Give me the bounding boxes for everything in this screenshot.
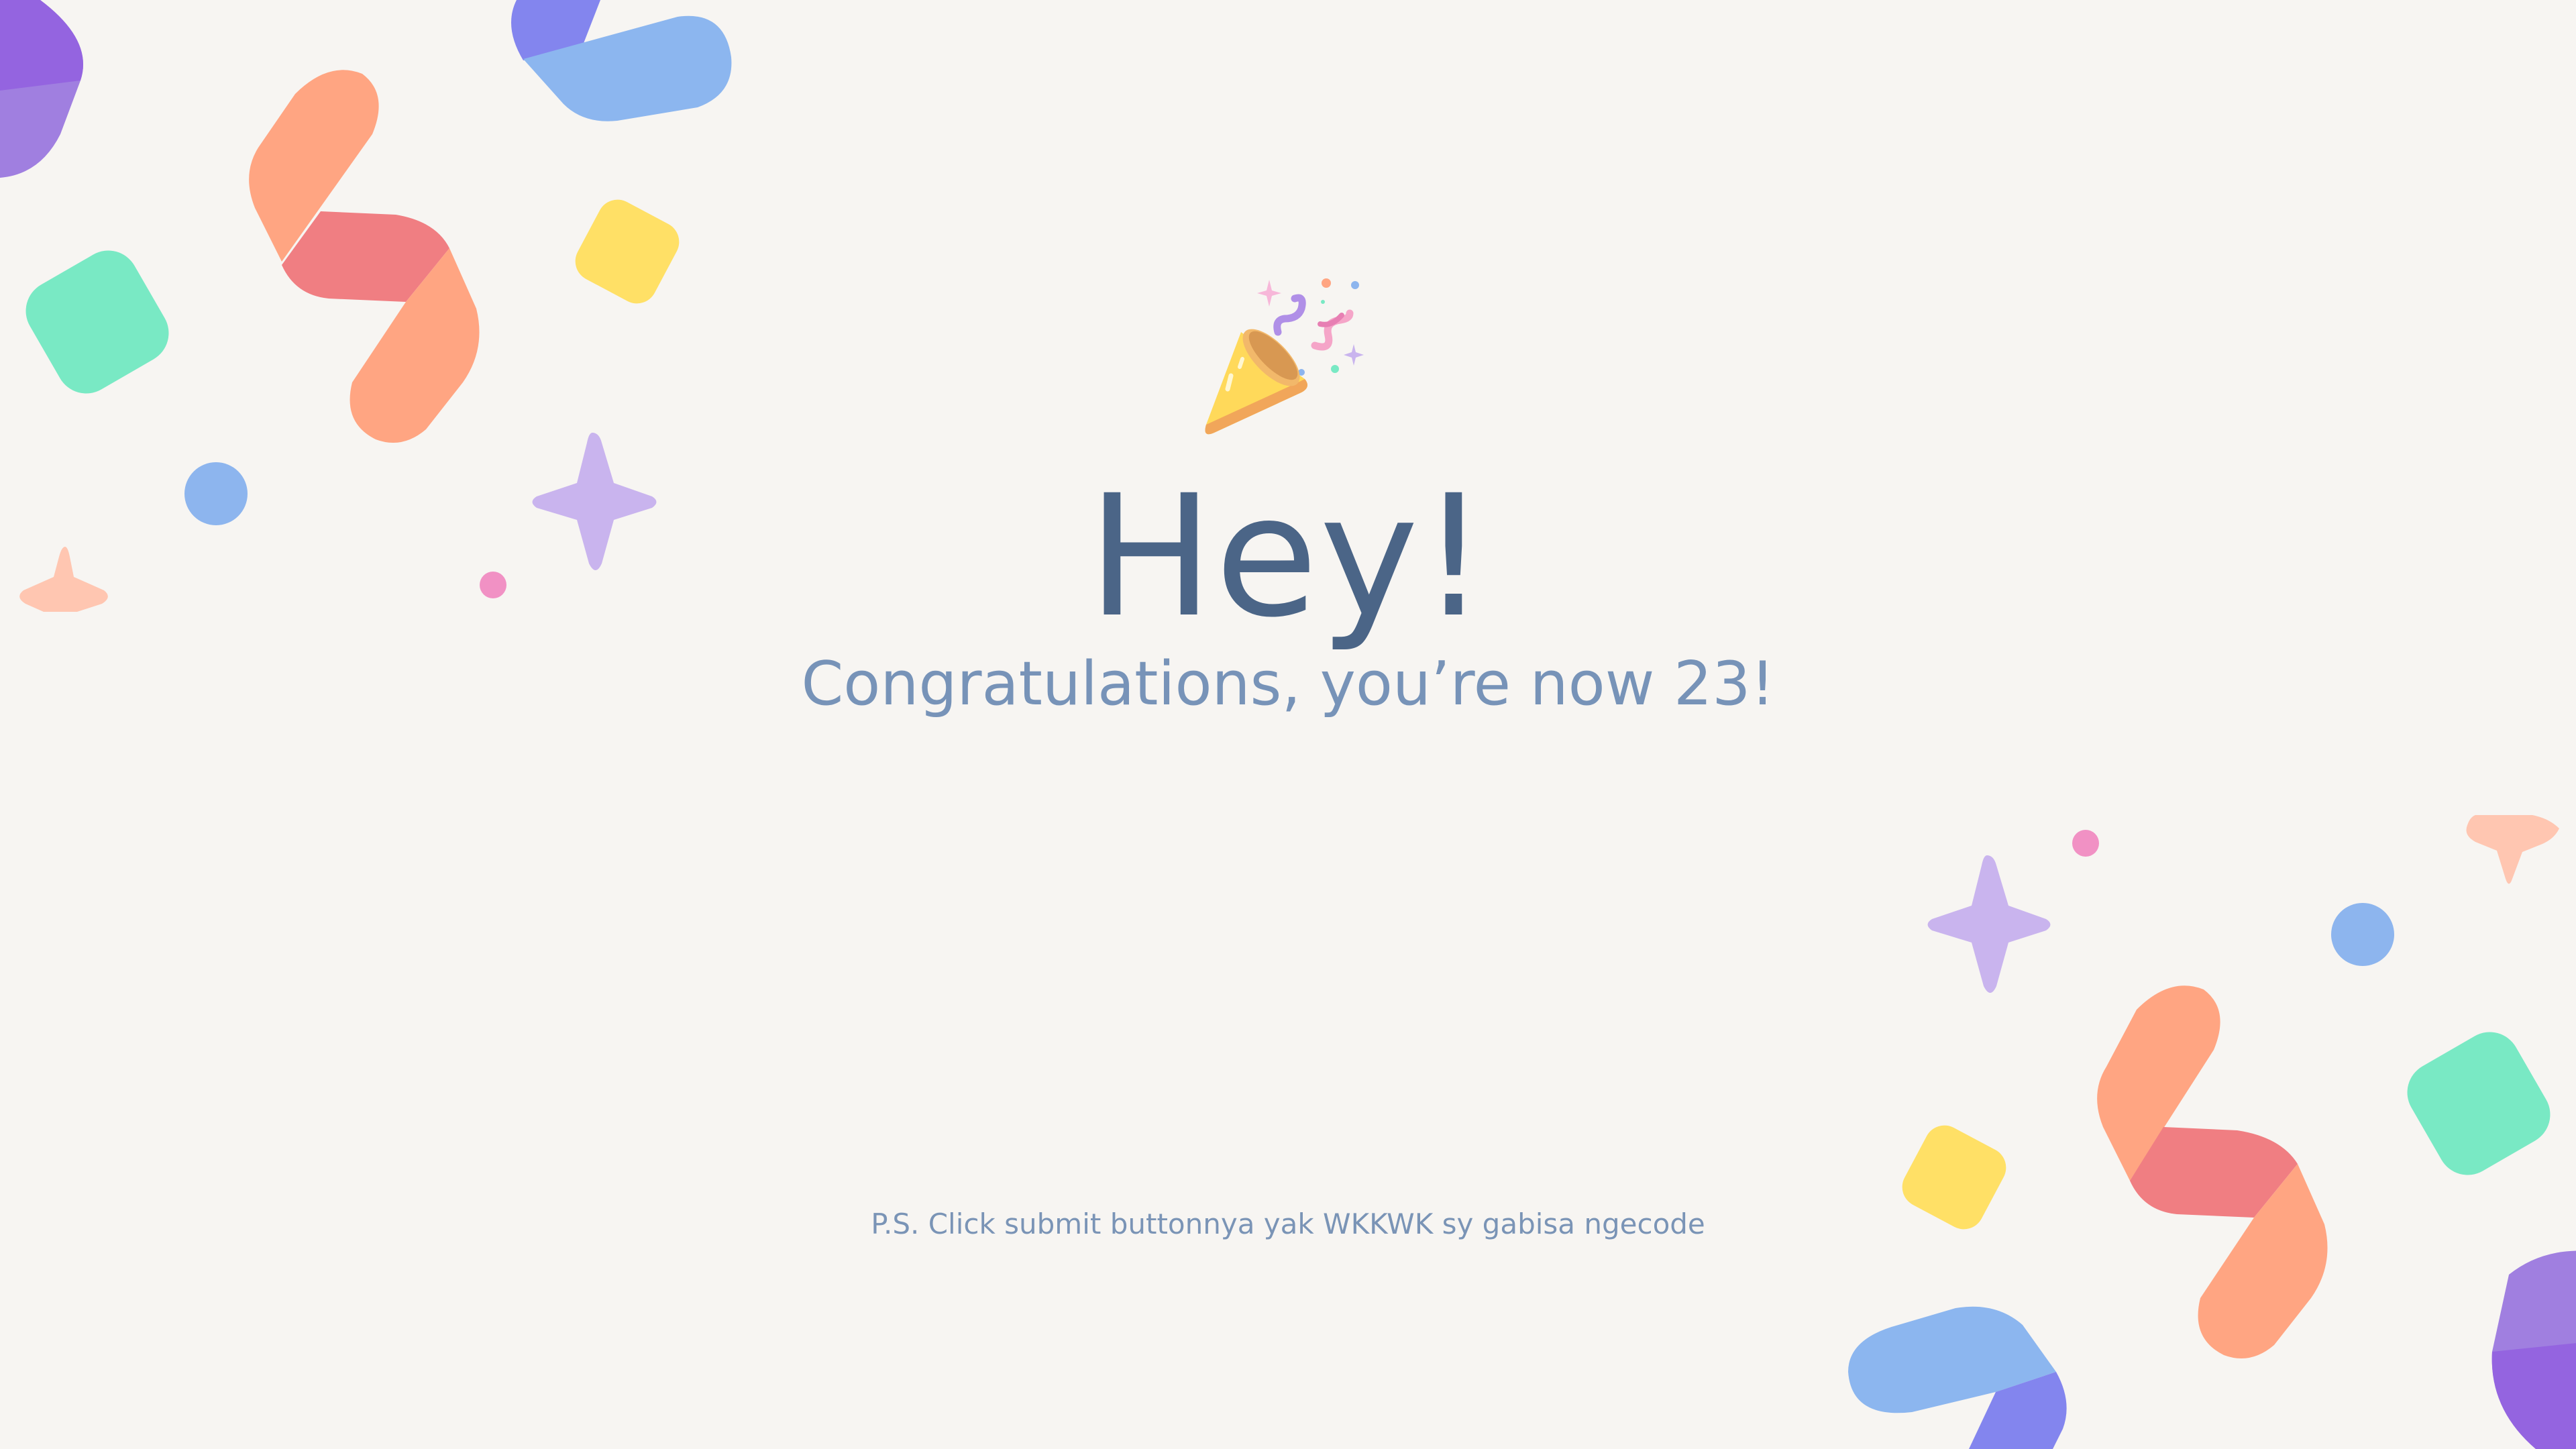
greeting-footnote: P.S. Click submit buttonnya yak WKKWK sy… — [871, 1208, 1705, 1240]
greeting-headline: Hey! — [1087, 459, 1489, 654]
greeting-subheadline: Congratulations, you’re now 23! — [801, 649, 1775, 719]
party-popper-icon — [1205, 278, 1364, 435]
greeting-card: Hey! Congratulations, you’re now 23! P.S… — [0, 0, 2576, 1449]
